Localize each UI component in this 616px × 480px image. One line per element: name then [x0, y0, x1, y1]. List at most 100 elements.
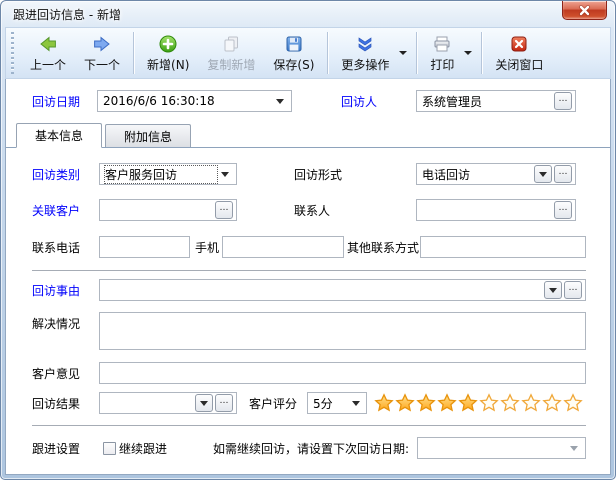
- related-customer-label: 关联客户: [32, 202, 99, 219]
- print-dropdown-arrow[interactable]: [464, 51, 472, 55]
- toolbar-separator: [133, 32, 134, 74]
- next-date-hint: 如需继续回访，请设置下次回访日期:: [213, 440, 409, 457]
- other-contact-input[interactable]: [426, 240, 582, 254]
- star-filled-icon[interactable]: [374, 393, 394, 413]
- related-customer-input[interactable]: [105, 203, 213, 217]
- visit-reason-combo[interactable]: …: [99, 279, 586, 301]
- print-button[interactable]: 打印: [421, 30, 463, 76]
- customer-opinion-label: 客户意见: [32, 365, 99, 382]
- phone-field[interactable]: [99, 236, 190, 258]
- next-visit-date-dropdown-arrow[interactable]: [566, 438, 582, 458]
- tab-basic-info-label: 基本信息: [35, 127, 83, 144]
- visit-category-label: 回访类别: [32, 166, 99, 183]
- contact-browse-button[interactable]: …: [554, 201, 572, 219]
- red-x-icon: [509, 34, 529, 54]
- star-empty-icon[interactable]: [500, 393, 520, 413]
- visitor-field[interactable]: 系统管理员 …: [416, 90, 576, 112]
- toolbar-separator: [481, 32, 482, 74]
- titlebar-close-button[interactable]: [562, 1, 607, 20]
- visit-result-dropdown-button[interactable]: [195, 394, 213, 412]
- continue-follow-checkbox[interactable]: [103, 442, 116, 455]
- visit-result-input[interactable]: [105, 396, 193, 410]
- rating-label: 客户评分: [249, 395, 307, 412]
- copy-icon: [221, 34, 241, 54]
- contact-input[interactable]: [422, 203, 552, 217]
- mobile-label: 手机: [195, 239, 222, 256]
- star-empty-icon[interactable]: [479, 393, 499, 413]
- visit-reason-input[interactable]: [105, 283, 542, 297]
- rating-dropdown-arrow[interactable]: [349, 393, 363, 413]
- rating-stars[interactable]: [374, 393, 583, 413]
- visit-date-dropdown-arrow[interactable]: [272, 91, 288, 111]
- mobile-input[interactable]: [228, 240, 340, 254]
- save-button[interactable]: 保存(S): [264, 30, 323, 76]
- star-filled-icon[interactable]: [458, 393, 478, 413]
- visit-form-browse-button[interactable]: …: [554, 165, 572, 183]
- close-icon: [578, 5, 591, 16]
- toolbar: 上一个 下一个 新增(N) 复制新增 保存(S): [5, 27, 611, 79]
- star-empty-icon[interactable]: [542, 393, 562, 413]
- arrow-left-icon: [38, 34, 58, 54]
- save-label: 保存(S): [273, 56, 314, 73]
- star-empty-icon[interactable]: [521, 393, 541, 413]
- visitor-value: 系统管理员: [422, 93, 552, 110]
- copy-new-label: 复制新增: [207, 56, 255, 73]
- arrow-right-icon: [92, 34, 112, 54]
- visit-result-combo[interactable]: …: [99, 392, 237, 414]
- visit-category-combo[interactable]: 客户服务回访: [99, 163, 237, 185]
- other-contact-field[interactable]: [420, 236, 586, 258]
- related-customer-browse-button[interactable]: …: [215, 201, 233, 219]
- star-filled-icon[interactable]: [437, 393, 457, 413]
- visit-form-label: 回访形式: [294, 166, 416, 183]
- more-actions-button[interactable]: 更多操作: [332, 30, 398, 76]
- visit-reason-browse-button[interactable]: …: [564, 281, 582, 299]
- section-divider: [32, 270, 586, 271]
- phone-label: 联系电话: [32, 239, 99, 256]
- dialog-window: 跟进回访信息 - 新增 上一个 下一个 新增: [0, 0, 616, 480]
- visit-result-label: 回访结果: [32, 395, 99, 412]
- visit-category-dropdown-arrow[interactable]: [217, 164, 233, 184]
- solution-label: 解决情况: [32, 315, 99, 332]
- toolbar-grip[interactable]: [11, 32, 14, 74]
- star-filled-icon[interactable]: [416, 393, 436, 413]
- new-label: 新增(N): [147, 56, 189, 73]
- related-customer-field[interactable]: …: [99, 199, 237, 221]
- next-visit-date-combo[interactable]: [417, 437, 586, 459]
- tab-additional-info-label: 附加信息: [124, 128, 172, 145]
- contact-field[interactable]: …: [416, 199, 576, 221]
- visitor-browse-button[interactable]: …: [554, 92, 572, 110]
- customer-opinion-field[interactable]: [99, 362, 586, 384]
- visit-reason-dropdown-button[interactable]: [544, 281, 562, 299]
- close-window-button[interactable]: 关闭窗口: [486, 30, 552, 76]
- star-filled-icon[interactable]: [395, 393, 415, 413]
- plus-circle-icon: [158, 34, 178, 54]
- visit-form-value: 电话回访: [422, 166, 532, 183]
- new-button[interactable]: 新增(N): [138, 30, 198, 76]
- print-label: 打印: [430, 56, 454, 73]
- visit-date-value: 2016/6/6 16:30:18: [103, 94, 272, 108]
- next-label: 下一个: [84, 56, 120, 73]
- visit-date-label: 回访日期: [32, 93, 97, 110]
- toolbar-separator: [327, 32, 328, 74]
- customer-opinion-input[interactable]: [105, 366, 582, 380]
- visit-form-dropdown-button[interactable]: [534, 165, 552, 183]
- previous-button[interactable]: 上一个: [21, 30, 75, 76]
- visit-result-browse-button[interactable]: …: [215, 394, 233, 412]
- other-contact-label: 其他联系方式: [347, 239, 420, 256]
- next-button[interactable]: 下一个: [75, 30, 129, 76]
- copy-new-button[interactable]: 复制新增: [198, 30, 264, 76]
- solution-textarea[interactable]: [99, 312, 586, 350]
- rating-combo[interactable]: 5分: [307, 392, 367, 414]
- visit-date-combo[interactable]: 2016/6/6 16:30:18: [97, 90, 292, 112]
- contact-label: 联系人: [294, 202, 416, 219]
- mobile-field[interactable]: [222, 236, 344, 258]
- tab-basic-info[interactable]: 基本信息: [16, 123, 102, 148]
- phone-input[interactable]: [105, 240, 186, 254]
- tab-additional-info[interactable]: 附加信息: [105, 124, 191, 147]
- visit-reason-label: 回访事由: [32, 282, 99, 299]
- window-title: 跟进回访信息 - 新增: [13, 6, 121, 23]
- visit-form-combo[interactable]: 电话回访 …: [416, 163, 576, 185]
- more-actions-dropdown-arrow[interactable]: [399, 51, 407, 55]
- star-empty-icon[interactable]: [563, 393, 583, 413]
- tabstrip: 基本信息 附加信息: [6, 123, 610, 148]
